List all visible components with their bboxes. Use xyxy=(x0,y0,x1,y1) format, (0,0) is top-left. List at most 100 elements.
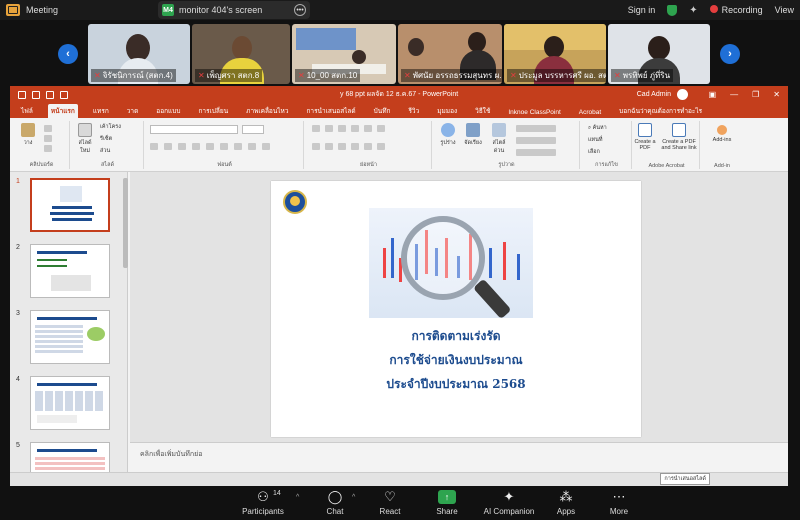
font-size-field[interactable] xyxy=(242,125,264,134)
participant-tile[interactable]: ✕ พัศนัย อรรถธรรมสุนทร ผ... xyxy=(398,24,502,84)
security-shield-icon[interactable] xyxy=(667,4,678,16)
addins-group: Add-ins Add-in xyxy=(702,121,742,169)
ribbon-tab[interactable]: ภาพเคลื่อนไหว xyxy=(243,104,291,118)
create-pdf-button[interactable]: Create a PDF xyxy=(634,123,656,151)
slide-thumbnail-image[interactable] xyxy=(30,244,110,298)
shapes-button[interactable]: รูปร่าง xyxy=(438,123,458,147)
ai-companion-button[interactable]: ✦ AI Companion xyxy=(478,489,540,516)
paragraph-buttons-row2[interactable] xyxy=(312,143,385,150)
participant-name: ✕ 10_00 สตก.10 xyxy=(295,69,361,82)
participants-count: 14 xyxy=(273,490,281,497)
react-button[interactable]: ♡ React xyxy=(365,489,415,516)
slide-thumbnail[interactable]: 3 xyxy=(10,310,127,370)
next-participants-button[interactable]: › xyxy=(720,44,740,64)
restore-icon[interactable]: ❐ xyxy=(752,90,759,99)
minimize-icon[interactable]: — xyxy=(730,90,738,99)
undo-icon[interactable] xyxy=(32,90,40,99)
shape-format-buttons[interactable] xyxy=(516,125,556,156)
participant-tile[interactable]: ✕ เพ็ญศรา สตก.8 xyxy=(192,24,290,84)
ribbon-tab[interactable]: การนำเสนอสไลด์ xyxy=(303,104,358,118)
addins-button[interactable]: Add-ins xyxy=(708,123,736,143)
slide-thumbnail-image[interactable] xyxy=(30,376,110,430)
apps-label: Apps xyxy=(556,507,576,516)
magnifier-lens xyxy=(401,216,485,300)
ribbon-tab[interactable]: การเปลี่ยน xyxy=(195,104,231,118)
participant-tile[interactable]: ✕ 10_00 สตก.10 xyxy=(292,24,396,84)
slide-canvas: การติดตามเร่งรัด การใช้จ่ายเงินงบประมาณ … xyxy=(130,172,788,442)
ribbon-tab[interactable]: บอกฉันว่าคุณต้องการทำอะไร xyxy=(616,104,705,118)
find-label: ค้นหา xyxy=(592,125,607,131)
ai-sparkle-icon[interactable]: ✦ xyxy=(689,5,697,16)
ribbon-tab[interactable]: วิธีใช้ xyxy=(472,104,493,118)
clipboard-small-buttons[interactable] xyxy=(44,125,52,152)
slide-thumbnail-image[interactable] xyxy=(30,178,110,232)
find-button[interactable]: ⌕ ค้นหา xyxy=(588,124,607,132)
create-pdf-share-button[interactable]: Create a PDF and Share link xyxy=(658,123,700,151)
notes-pane[interactable]: คลิกเพื่อเพิ่มบันทึกย่อ xyxy=(130,442,788,472)
paragraph-buttons-row1[interactable] xyxy=(312,125,385,132)
avatar[interactable] xyxy=(677,89,688,100)
ribbon-tab[interactable]: มุมมอง xyxy=(434,104,460,118)
participant-tile[interactable]: ✕ จิรัชนิการณ์ (สตก.4) xyxy=(88,24,190,84)
share-button[interactable]: ↑ Share xyxy=(422,489,472,516)
ribbon-display-icon[interactable]: ▣ xyxy=(709,90,717,99)
chat-caret-icon[interactable]: ^ xyxy=(352,494,355,501)
font-format-buttons[interactable] xyxy=(150,143,270,150)
ppt-title-bar: y 68 ppt ผลจัด 12 ธ.ค.67 - PowerPoint Ca… xyxy=(10,86,788,103)
acrobat-group-label: Adobe Acrobat xyxy=(648,163,685,169)
redo-icon[interactable] xyxy=(46,90,54,99)
font-group: ฟอนต์ xyxy=(146,121,304,169)
more-options-icon[interactable]: ••• xyxy=(294,4,306,16)
ribbon-tab[interactable]: Inknoe ClassPoint xyxy=(505,107,563,118)
paste-button[interactable]: วาง xyxy=(18,123,38,147)
paragraph-group-label: ย่อหน้า xyxy=(360,162,377,168)
start-slideshow-icon[interactable] xyxy=(60,90,68,99)
shared-screen-pill[interactable]: M4 monitor 404's screen ••• xyxy=(158,1,310,19)
prev-participants-button[interactable]: ‹ xyxy=(58,44,78,64)
reset-button[interactable]: รีเซ็ต xyxy=(100,135,112,143)
arrange-button[interactable]: จัดเรียง xyxy=(462,123,484,147)
close-icon[interactable]: ✕ xyxy=(773,90,780,99)
ribbon-tab[interactable]: หน้าแรก xyxy=(47,104,78,118)
participant-tile[interactable]: ✕ ประมูล บรรหารศรี ผอ. สต... xyxy=(504,24,606,84)
ribbon-tab[interactable]: รีวิว xyxy=(405,104,422,118)
ribbon: วาง คลิปบอร์ด สไลด์ใหม่ เค้าโครง รีเซ็ต … xyxy=(10,118,788,172)
ribbon-tab[interactable]: ไฟล์ xyxy=(18,104,36,118)
slide-number: 3 xyxy=(16,310,20,317)
account-area[interactable]: Cad Admin xyxy=(637,89,688,100)
ribbon-tab[interactable]: บันทึก xyxy=(371,104,394,118)
slide-thumbnail[interactable]: 4 xyxy=(10,376,127,436)
slide-thumbnail-image[interactable] xyxy=(30,310,110,364)
current-slide[interactable]: การติดตามเร่งรัด การใช้จ่ายเงินงบประมาณ … xyxy=(271,181,641,437)
replace-button[interactable]: แทนที่ xyxy=(588,136,603,144)
ribbon-tab[interactable]: Acrobat xyxy=(576,107,604,118)
arrange-label: จัดเรียง xyxy=(464,140,482,146)
participants-caret-icon[interactable]: ^ xyxy=(296,494,299,501)
notes-placeholder: คลิกเพื่อเพิ่มบันทึกย่อ xyxy=(140,451,203,458)
apps-button[interactable]: ⁂ Apps xyxy=(541,489,591,516)
arrange-icon xyxy=(466,123,480,137)
more-button[interactable]: ⋯ More xyxy=(594,489,644,516)
slide-thumbnail[interactable]: 2 xyxy=(10,244,127,304)
sign-in-link[interactable]: Sign in xyxy=(628,5,656,15)
pdf-share-icon xyxy=(672,123,686,137)
view-menu[interactable]: View xyxy=(775,5,794,15)
layout-button[interactable]: เค้าโครง xyxy=(100,123,121,131)
quick-styles-button[interactable]: สไตล์ด่วน xyxy=(488,123,510,155)
meeting-title: Meeting xyxy=(26,5,59,15)
save-icon[interactable] xyxy=(18,90,26,99)
select-button[interactable]: เลือก xyxy=(588,148,600,156)
new-slide-button[interactable]: สไลด์ใหม่ xyxy=(74,123,96,155)
ribbon-tab[interactable]: ออกแบบ xyxy=(153,104,183,118)
recording-indicator[interactable]: Recording xyxy=(709,5,763,15)
ribbon-tab[interactable]: แทรก xyxy=(90,104,112,118)
section-button[interactable]: ส่วน xyxy=(100,147,110,155)
slide-title-line2: การใช้จ่ายเงินงบประมาณ xyxy=(389,353,523,367)
slide-thumbnail[interactable]: 1 xyxy=(10,178,127,238)
participant-tile[interactable]: ✕ พรทิพย์ ภู่ที่ริน xyxy=(608,24,710,84)
share-label: Share xyxy=(436,507,458,516)
ribbon-tab[interactable]: วาด xyxy=(124,104,142,118)
font-name-field[interactable] xyxy=(150,125,238,134)
shared-screen-label: monitor 404's screen xyxy=(179,5,263,15)
thumbnail-scrollbar[interactable] xyxy=(123,178,128,268)
